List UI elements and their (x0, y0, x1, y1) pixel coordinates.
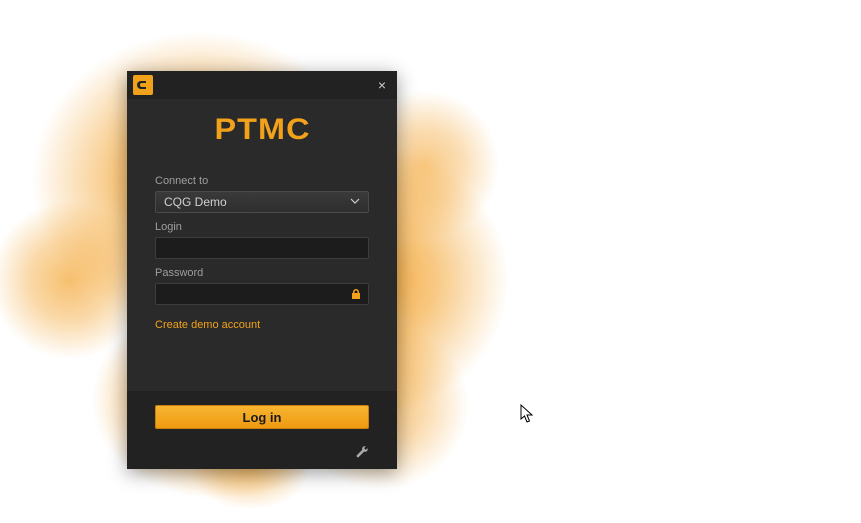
title-bar: × (127, 71, 397, 99)
login-input-wrap (155, 237, 369, 259)
login-button[interactable]: Log in (155, 405, 369, 429)
password-label: Password (155, 267, 369, 279)
login-input[interactable] (162, 241, 362, 255)
login-window: × PTMC Connect to CQG Demo Login Passwor… (127, 71, 397, 469)
login-label: Login (155, 221, 369, 233)
logo: PTMC (127, 99, 397, 167)
password-input[interactable] (162, 287, 350, 301)
footer: Log in (127, 391, 397, 469)
password-input-wrap (155, 283, 369, 305)
create-demo-account-link[interactable]: Create demo account (155, 319, 260, 331)
wrench-icon[interactable] (355, 445, 369, 459)
lock-icon (350, 288, 362, 300)
connect-to-select[interactable]: CQG Demo (155, 191, 369, 213)
mouse-cursor (520, 404, 536, 429)
chevron-down-icon (350, 193, 360, 211)
login-form: Connect to CQG Demo Login Password Creat… (127, 167, 397, 331)
app-icon (133, 75, 153, 95)
brand-text: PTMC (214, 113, 310, 147)
close-icon[interactable]: × (373, 76, 391, 94)
connect-to-value: CQG Demo (164, 195, 350, 209)
connect-to-label: Connect to (155, 175, 369, 187)
